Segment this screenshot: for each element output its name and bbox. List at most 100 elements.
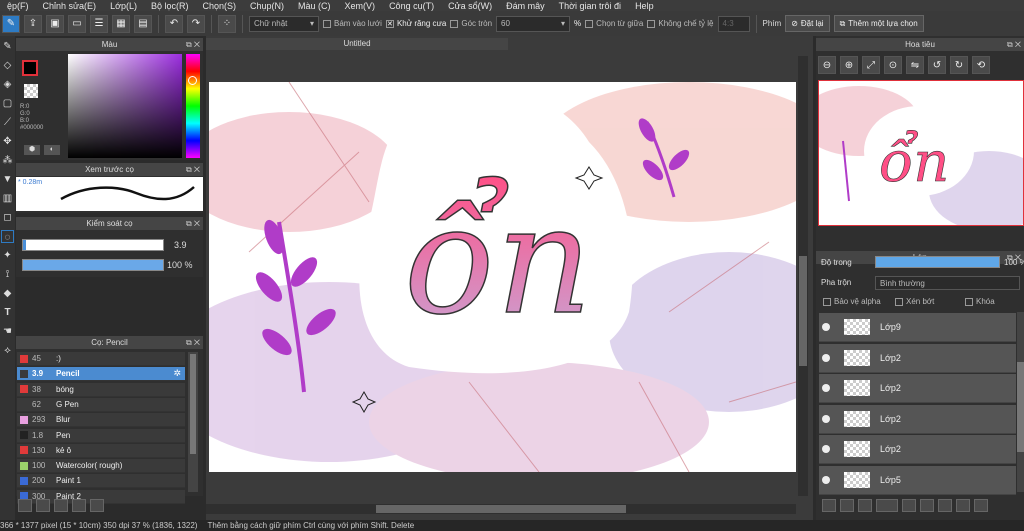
layer-folder-icon[interactable]: [902, 499, 916, 512]
no-ratio-checkbox[interactable]: Không chế tỷ lệ: [647, 19, 714, 28]
menu-item[interactable]: Chọn(S): [196, 1, 244, 11]
corner-radius-input[interactable]: 60 ▾: [496, 15, 571, 32]
layer-row[interactable]: Lớp5: [819, 465, 1016, 495]
bucket-tool-icon[interactable]: ▼: [1, 173, 14, 186]
brush-copy-icon[interactable]: [54, 499, 68, 512]
brush-duplicate-icon[interactable]: [90, 499, 104, 512]
lasso-tool-icon[interactable]: ◌: [1, 230, 14, 243]
gradient-tool-icon[interactable]: ▥: [1, 192, 14, 205]
merge-down-icon[interactable]: [920, 499, 934, 512]
foreground-swatch[interactable]: [22, 60, 38, 76]
menu-item[interactable]: Xem(V): [338, 1, 383, 11]
brush-item[interactable]: 38 bóng: [17, 382, 185, 397]
menu-item[interactable]: Lớp(L): [103, 1, 144, 11]
layer-scrollbar[interactable]: [1017, 312, 1024, 492]
visibility-eye-icon[interactable]: [822, 445, 830, 453]
brush-tool-icon[interactable]: ⟋: [1, 116, 14, 129]
new-layer-copy-icon[interactable]: [840, 499, 854, 512]
fill-tool-icon[interactable]: ◈: [1, 78, 14, 91]
scroll-thumb[interactable]: [376, 505, 626, 513]
brush-item[interactable]: 130 kẻ ô: [17, 443, 185, 458]
zoom-out-icon[interactable]: ⊖: [818, 56, 836, 74]
new-layer-icon[interactable]: [822, 499, 836, 512]
lock-checkbox[interactable]: Khóa: [965, 297, 995, 306]
visibility-eye-icon[interactable]: [822, 323, 830, 331]
clear-layer-icon[interactable]: [956, 499, 970, 512]
layer-row[interactable]: Lớp2: [819, 343, 1016, 373]
pen-tool-icon[interactable]: ✎: [1, 40, 14, 53]
brush-size-slider[interactable]: [22, 239, 164, 251]
rect-select-icon[interactable]: ▢: [1, 97, 14, 110]
chat-icon[interactable]: ☰: [90, 14, 108, 33]
export-icon[interactable]: ⇪: [24, 14, 42, 33]
color-eyedrop-icon[interactable]: ◐: [44, 145, 60, 155]
blur-tool-icon[interactable]: ✦: [1, 249, 14, 262]
fit-icon[interactable]: ⤢: [862, 56, 880, 74]
brush-item[interactable]: 62 G Pen: [17, 397, 185, 412]
menu-item[interactable]: Help: [628, 1, 661, 11]
document-canvas[interactable]: ổn: [209, 82, 796, 472]
rotate-right-icon[interactable]: ↻: [950, 56, 968, 74]
hue-slider-handle[interactable]: [188, 76, 197, 85]
new-folder-layer-icon[interactable]: [858, 499, 872, 512]
reset-view-icon[interactable]: ⟲: [972, 56, 990, 74]
menu-item[interactable]: Cửa sổ(W): [441, 1, 499, 11]
color-add-icon[interactable]: ⬢: [24, 145, 40, 155]
wand-tool-icon[interactable]: ⁂: [1, 154, 14, 167]
brush-list-scrollbar[interactable]: [188, 352, 198, 492]
brush-item[interactable]: 100 Watercolor( rough): [17, 459, 185, 474]
snap-grid-checkbox[interactable]: Bám vào lưới: [323, 19, 382, 28]
eyedropper-tool-icon[interactable]: ⟟: [1, 268, 14, 281]
flip-icon[interactable]: ⇋: [906, 56, 924, 74]
layer-row[interactable]: Lớp2: [819, 435, 1016, 464]
visibility-eye-icon[interactable]: [822, 414, 830, 423]
layer-row[interactable]: Lớp9: [819, 313, 1016, 342]
select-from-center-checkbox[interactable]: Chọn từ giữa: [585, 19, 643, 28]
brush-item[interactable]: 200 Paint 1: [17, 474, 185, 489]
brush-upload-icon[interactable]: [18, 499, 32, 512]
paint-icon[interactable]: ✎: [2, 14, 20, 33]
add-selection-button[interactable]: ⧉ Thêm một lựa chọn: [833, 15, 924, 32]
brush-opacity-slider[interactable]: [22, 259, 164, 271]
menu-item[interactable]: Chỉnh sửa(E): [36, 1, 104, 11]
antialias-checkbox[interactable]: ✕ Khử răng cưa: [385, 19, 446, 28]
layer-mask-icon[interactable]: [876, 499, 898, 512]
blend-mode-dropdown[interactable]: Bình thường: [875, 276, 1020, 290]
menu-item[interactable]: Công cụ(T): [382, 1, 441, 11]
delete-layer-icon[interactable]: [974, 499, 988, 512]
visibility-eye-icon[interactable]: [822, 475, 830, 484]
brush-folder-icon[interactable]: [72, 499, 86, 512]
ratio-input[interactable]: 4:3: [717, 15, 750, 32]
corner-checkbox[interactable]: Góc tròn: [450, 19, 492, 28]
panel-close-icon[interactable]: ⧉ ✕: [186, 217, 200, 230]
panel-close-icon[interactable]: ⧉ ✕: [186, 163, 200, 176]
duplicate-layer-icon[interactable]: [938, 499, 952, 512]
protect-alpha-checkbox[interactable]: Bảo vệ alpha: [823, 297, 881, 306]
clip-checkbox[interactable]: Xén bớt: [895, 297, 934, 306]
hand-tool-icon[interactable]: ☚: [1, 325, 14, 338]
smudge-tool-icon[interactable]: ◆: [1, 287, 14, 300]
shape-dropdown[interactable]: Chữ nhật ▾: [249, 15, 319, 32]
undo-icon[interactable]: ↶: [165, 14, 183, 33]
shape-tool-icon[interactable]: ◻: [1, 211, 14, 224]
panel-close-icon[interactable]: ⧉ ✕: [1007, 38, 1021, 51]
zoom-in-icon[interactable]: ⊕: [840, 56, 858, 74]
hue-slider[interactable]: [186, 54, 200, 158]
redo-icon[interactable]: ↷: [187, 14, 205, 33]
canvas-vscrollbar[interactable]: [798, 56, 808, 496]
comment-icon[interactable]: ▭: [68, 14, 86, 33]
layer-settings-icon[interactable]: ▤: [134, 14, 152, 33]
canvas-hscrollbar[interactable]: [206, 504, 796, 514]
layer-opacity-slider[interactable]: [875, 256, 1000, 268]
actual-size-icon[interactable]: ⊙: [884, 56, 902, 74]
eraser-tool-icon[interactable]: ◇: [1, 59, 14, 72]
visibility-eye-icon[interactable]: [822, 353, 830, 362]
dropper-tool-icon[interactable]: ⟡: [1, 344, 14, 357]
brush-settings-icon[interactable]: ✲: [173, 368, 181, 379]
brush-item[interactable]: 1.8 Pen: [17, 428, 185, 443]
scroll-thumb[interactable]: [1017, 362, 1024, 452]
scroll-thumb[interactable]: [190, 354, 196, 454]
brush-settings-icon[interactable]: ▦: [112, 14, 130, 33]
text-tool-icon[interactable]: T: [1, 306, 14, 319]
menu-item[interactable]: Thời gian trôi đi: [552, 1, 628, 11]
